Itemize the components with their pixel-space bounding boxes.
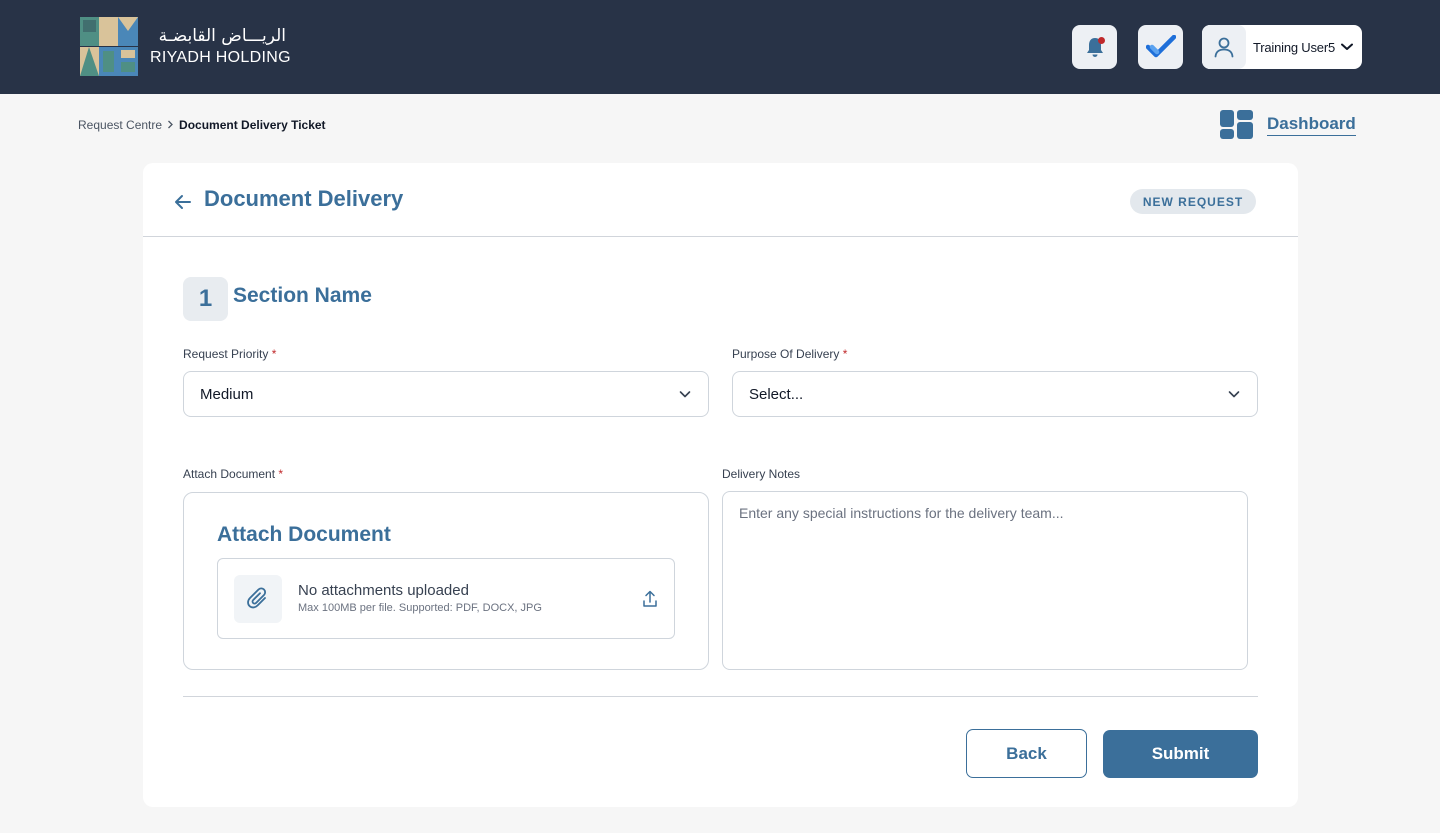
page-title: Document Delivery (204, 186, 404, 211)
request-priority-label: Request Priority * (183, 347, 276, 361)
section-number: 1 (183, 277, 228, 321)
attach-document-label: Attach Document * (183, 467, 283, 481)
submit-button[interactable]: Submit (1103, 730, 1258, 778)
back-arrow-icon[interactable] (173, 192, 193, 212)
attach-document-heading: Attach Document (217, 523, 391, 546)
back-button[interactable]: Back (966, 729, 1087, 778)
breadcrumb: Request Centre Document Delivery Ticket (78, 118, 326, 132)
riyadh-holding-logo-icon[interactable] (80, 17, 138, 76)
request-priority-select[interactable]: Medium (183, 371, 709, 417)
file-dropzone[interactable]: No attachments uploaded Max 100MB per fi… (217, 558, 675, 639)
logo-english-text: RIYADH HOLDING (150, 49, 291, 66)
section-title: Section Name (233, 284, 372, 307)
attach-document-panel: Attach Document No attachments uploaded … (183, 492, 709, 670)
breadcrumb-item-current: Document Delivery Ticket (179, 118, 326, 132)
required-mark: * (278, 467, 284, 481)
chevron-down-icon (679, 391, 691, 398)
logo-arabic-text: الريـــاض القابضـة (158, 26, 286, 46)
attach-document-label-text: Attach Document (183, 467, 276, 481)
chevron-down-icon (1340, 43, 1353, 51)
delivery-notes-label: Delivery Notes (722, 467, 801, 481)
breadcrumb-item-request-centre[interactable]: Request Centre (78, 118, 162, 132)
double-check-icon (1145, 35, 1176, 58)
delivery-notes-textarea[interactable] (722, 491, 1248, 670)
user-icon (1214, 37, 1234, 58)
upload-icon[interactable] (642, 590, 658, 608)
request-priority-label-text: Request Priority (183, 347, 269, 361)
status-badge: NEW REQUEST (1130, 189, 1256, 214)
notifications-button[interactable] (1072, 25, 1117, 69)
required-mark: * (271, 347, 277, 361)
user-avatar (1202, 25, 1246, 69)
purpose-of-delivery-select[interactable]: Select... (732, 371, 1258, 417)
dashboard-link-label: Dashboard (1267, 114, 1356, 136)
request-form-card: Document Delivery NEW REQUEST 1 Section … (143, 163, 1298, 807)
chevron-right-icon (167, 118, 174, 132)
request-priority-value: Medium (200, 385, 254, 403)
chevron-down-icon (1228, 391, 1240, 398)
required-mark: * (842, 347, 848, 361)
divider (183, 696, 1258, 697)
purpose-of-delivery-label: Purpose Of Delivery * (732, 347, 847, 361)
user-menu[interactable]: Training User5 (1202, 25, 1362, 69)
tasks-button[interactable] (1138, 25, 1183, 69)
no-attachments-text: No attachments uploaded (298, 582, 469, 599)
paperclip-icon (234, 575, 282, 623)
dashboard-icon (1220, 110, 1253, 139)
purpose-of-delivery-label-text: Purpose Of Delivery (732, 347, 840, 361)
user-name: Training User5 (1253, 39, 1335, 55)
purpose-of-delivery-value: Select... (749, 385, 804, 403)
notification-dot (1098, 37, 1105, 44)
dashboard-link[interactable]: Dashboard (1220, 110, 1356, 139)
card-header: Document Delivery NEW REQUEST (143, 163, 1298, 237)
file-hint-text: Max 100MB per file. Supported: PDF, DOCX… (298, 602, 542, 614)
top-bar: الريـــاض القابضـة RIYADH HOLDING Traini… (0, 0, 1440, 94)
